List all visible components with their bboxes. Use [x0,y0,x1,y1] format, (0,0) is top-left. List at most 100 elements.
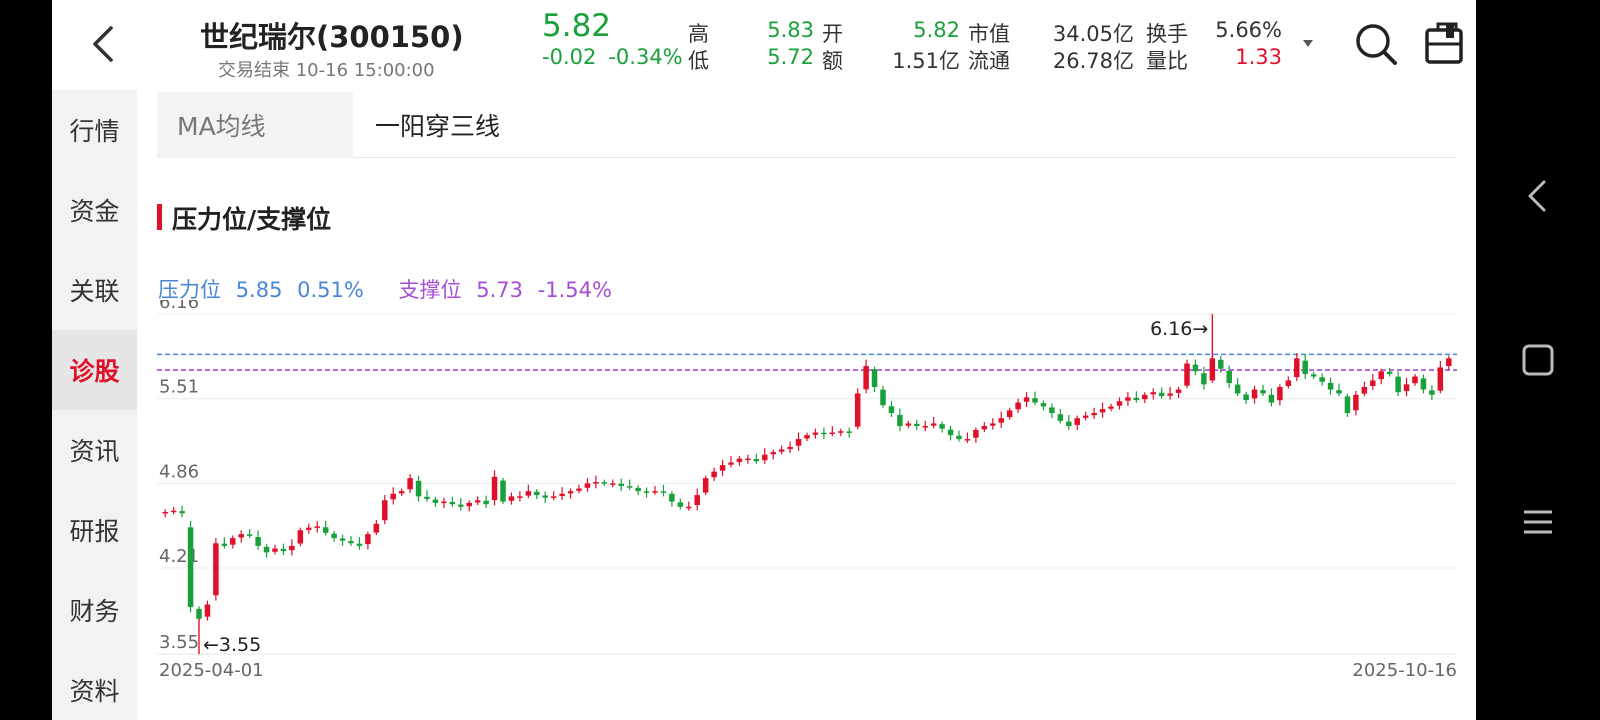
candle-body [584,483,591,488]
candle-body [1142,394,1148,400]
candle-body [1446,358,1452,367]
candle-body [821,432,827,435]
candle-body [787,446,793,450]
candle-body [1082,415,1089,418]
candle-body [1395,376,1401,393]
candle-body [930,423,937,426]
candle-body [508,496,515,501]
quote-value-turnover: 5.66% [1215,18,1282,42]
max-price-annotation: 6.16→ [1150,318,1208,340]
candle-body [1015,402,1021,410]
candle-body [635,487,641,492]
candle-body [382,500,388,521]
y-tick-label: 6.16 [159,300,199,313]
quote-value-high: 5.83 [767,18,814,42]
candle-body [1344,396,1351,414]
section-title: 压力位/支撑位 [172,205,332,234]
candle-body [1327,382,1334,390]
support-percent: -1.54% [537,278,612,302]
candle-body [762,454,768,461]
candle-body [1116,401,1123,406]
candle-body [1066,421,1072,427]
notebook-button[interactable] [1422,20,1466,68]
candle-body [542,495,548,498]
nav-item-quotes[interactable]: 行情 [52,90,137,170]
candle-body [1353,394,1359,411]
search-button[interactable] [1352,20,1400,68]
candle-body [187,527,194,608]
back-button[interactable] [82,22,126,66]
candle-body [179,511,185,514]
y-tick-label: 4.86 [159,461,199,482]
candle-body [1310,374,1317,377]
candle-body [466,502,472,507]
candle-body [964,439,971,441]
candle-body [778,449,785,452]
square-icon [1522,344,1554,376]
candle-body [1226,370,1232,384]
candle-body [458,504,464,507]
candle-body [1260,390,1266,394]
candle-body [998,418,1004,423]
candle-body [1192,364,1199,372]
candle-body [888,406,895,414]
app-screen: 世纪瑞尔(300150) 交易结束 10-16 15:00:00 5.82 -0… [52,0,1476,720]
quote-label-turnover: 换手 [1146,22,1188,46]
candle-body [1277,386,1283,401]
candle-body [449,501,456,505]
candle-body [880,389,886,406]
candle-body [795,439,802,446]
last-price: 5.82 [542,8,612,44]
candle-body [1108,406,1114,409]
candle-body [1150,392,1156,395]
candle-body [897,414,903,427]
quote-value-low: 5.72 [767,45,814,69]
candle-body [398,491,405,494]
candle-body [1437,367,1444,391]
caret-down-icon[interactable] [1303,40,1313,47]
candle-body [1201,373,1207,385]
candle-body [669,493,675,502]
change-amount: -0.02 [542,45,597,69]
system-menu-button[interactable] [1508,492,1568,552]
candle-body [1412,376,1418,384]
candle-body [306,527,312,530]
candle-body [846,431,852,433]
quote-label-float-cap: 流通 [968,49,1010,73]
candle-body [1167,393,1173,396]
candle-body [373,523,380,533]
tab-ma-lines[interactable]: MA均线 [157,92,353,158]
kline-chart[interactable]: 6.16 5.51 4.86 4.21 3.55 6.16→ ←3.55 2025-04-01… [52,300,1476,720]
candle-body [1074,418,1080,425]
candle-body [1319,377,1325,382]
candle-body [719,465,726,471]
quote-value-volume-ratio: 1.33 [1235,45,1282,69]
system-back-button[interactable] [1508,166,1568,226]
candle-body [474,500,481,503]
candle-body [238,534,244,538]
candle-body [550,496,557,498]
candle-body [601,482,608,484]
quote-label-amount: 额 [822,49,843,73]
kline-chart-svg[interactable]: 6.165.514.864.213.556.16→←3.552025-04-01… [52,300,1476,720]
quote-value-amount: 1.51亿 [892,49,960,73]
candle-body [483,500,489,505]
candle-body [686,506,692,509]
y-tick-label: 3.55 [159,632,199,653]
candle-body [905,423,912,426]
candle-body [1133,397,1140,400]
candle-body [1378,371,1384,380]
system-home-button[interactable] [1508,330,1568,390]
candle-body [348,541,354,544]
candle-body [1158,392,1165,397]
candle-body [339,538,346,541]
quote-value-open: 5.82 [913,18,960,42]
notebook-icon [1425,22,1463,64]
candle-body [745,458,751,461]
nav-item-funds[interactable]: 资金 [52,170,137,250]
candle-body [204,604,211,617]
tab-one-yang-three-lines[interactable]: 一阳穿三线 [353,92,553,158]
y-tick-label: 5.51 [159,377,199,398]
candle-body [854,393,861,427]
candle-body [863,366,869,390]
